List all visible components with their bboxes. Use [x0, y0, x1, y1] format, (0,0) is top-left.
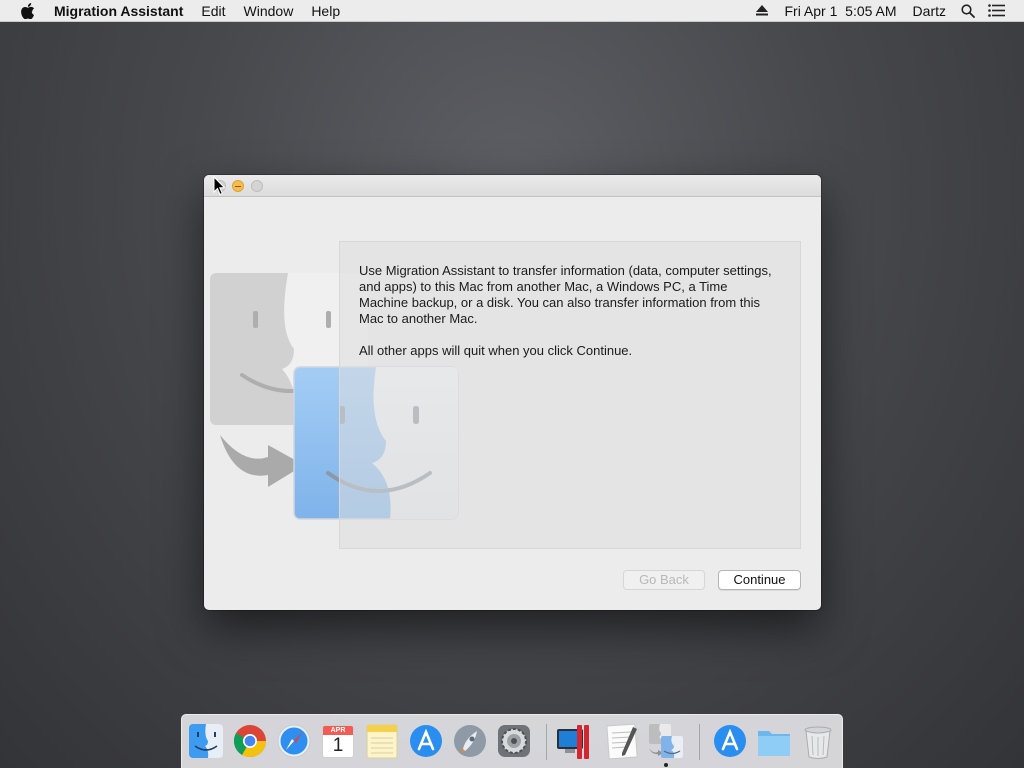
go-back-button[interactable]: Go Back	[623, 570, 705, 590]
notification-center-button[interactable]	[982, 0, 1010, 22]
apple-icon	[21, 2, 35, 19]
textedit-icon[interactable]	[603, 721, 641, 761]
spotlight-icon	[961, 3, 975, 18]
safari-icon[interactable]	[275, 721, 313, 761]
description-text: Use Migration Assistant to transfer info…	[359, 263, 779, 375]
system-preferences-icon[interactable]	[495, 721, 533, 761]
menu-clock[interactable]: Fri Apr 1 5:05 AM	[776, 0, 904, 22]
chrome-icon[interactable]	[231, 721, 269, 761]
finder-icon[interactable]	[187, 721, 225, 761]
description-paragraph-2: All other apps will quit when you click …	[359, 343, 633, 358]
continue-button[interactable]: Continue	[718, 570, 801, 590]
menu-app-name[interactable]: Migration Assistant	[54, 0, 192, 22]
eject-icon	[756, 5, 769, 16]
menu-user[interactable]: Dartz	[905, 0, 954, 22]
folder-icon[interactable]	[755, 721, 793, 761]
notification-center-icon	[987, 4, 1005, 17]
apple-menu[interactable]	[18, 0, 38, 22]
menu-window[interactable]: Window	[235, 0, 303, 22]
zoom-button[interactable]	[251, 180, 263, 192]
migration-assistant-icon[interactable]	[647, 721, 685, 761]
menu-help[interactable]: Help	[302, 0, 349, 22]
mouse-pointer-icon	[213, 176, 226, 196]
migration-assistant-window: Use Migration Assistant to transfer info…	[204, 175, 821, 610]
minimize-button[interactable]	[232, 180, 244, 192]
notes-icon[interactable]	[363, 721, 401, 761]
trash-icon[interactable]	[799, 721, 837, 761]
dock: APR 1	[181, 714, 843, 768]
running-indicator	[664, 763, 668, 767]
calendar-day: 1	[332, 735, 344, 756]
app-store-icon[interactable]	[407, 721, 445, 761]
launchpad-icon[interactable]	[451, 721, 489, 761]
dock-separator	[699, 724, 700, 760]
parallels-icon[interactable]	[555, 721, 593, 761]
description-paragraph-1: Use Migration Assistant to transfer info…	[359, 263, 772, 326]
calendar-month: APR	[323, 726, 353, 735]
calendar-icon[interactable]: APR 1	[319, 721, 357, 761]
clock-date: Fri Apr 1	[784, 2, 838, 19]
spotlight-button[interactable]	[954, 0, 982, 22]
clock-time: 5:05 AM	[845, 2, 897, 19]
app-store-icon[interactable]	[711, 721, 749, 761]
title-bar[interactable]	[204, 175, 821, 197]
calendar-page: APR 1	[322, 725, 354, 758]
eject-menu-extra[interactable]	[748, 0, 776, 22]
dock-separator	[546, 724, 547, 760]
menu-bar: Migration Assistant Edit Window Help Fri…	[0, 0, 1024, 22]
menu-edit[interactable]: Edit	[192, 0, 234, 22]
